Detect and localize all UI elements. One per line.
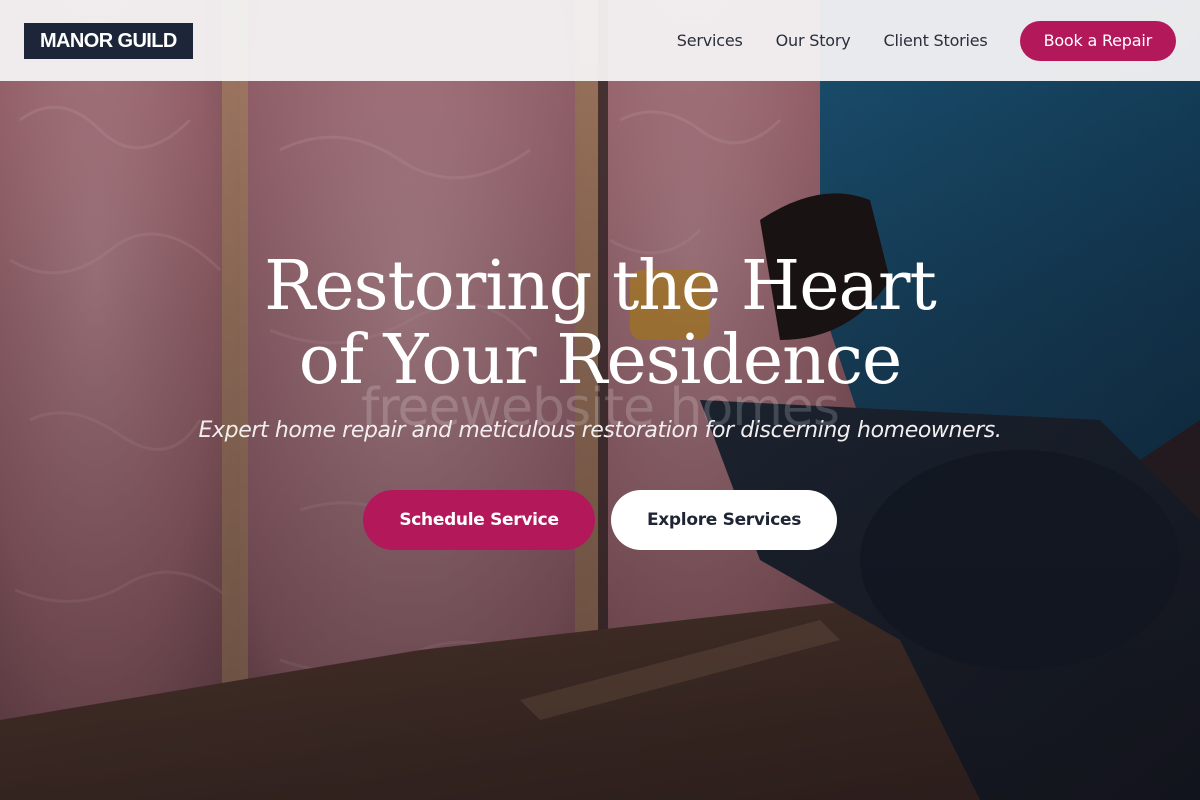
logo[interactable]: MANOR GUILD <box>24 22 193 59</box>
hero-content: Restoring the Heart of Your Residence fr… <box>0 0 1200 800</box>
headline-line-1: Restoring the Heart <box>264 247 937 326</box>
hero-headline: Restoring the Heart of Your Residence <box>0 250 1200 398</box>
nav-link-client-stories[interactable]: Client Stories <box>884 31 988 50</box>
main-nav: Services Our Story Client Stories <box>677 31 988 50</box>
explore-services-button[interactable]: Explore Services <box>611 490 837 550</box>
nav-link-services[interactable]: Services <box>677 31 743 50</box>
nav-link-our-story[interactable]: Our Story <box>776 31 851 50</box>
site-header: MANOR GUILD Services Our Story Client St… <box>0 0 1200 81</box>
hero-cta-group: Schedule Service Explore Services <box>0 490 1200 550</box>
book-a-repair-button[interactable]: Book a Repair <box>1019 20 1176 61</box>
schedule-service-button[interactable]: Schedule Service <box>363 490 595 550</box>
hero-tagline: Expert home repair and meticulous restor… <box>198 418 1002 443</box>
